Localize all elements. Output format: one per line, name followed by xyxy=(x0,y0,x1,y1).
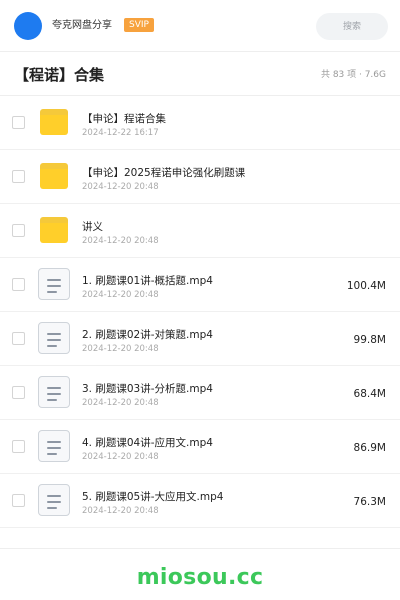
row-checkbox[interactable] xyxy=(12,386,25,399)
file-row[interactable]: 3. 刷题课03讲-分析题.mp4 2024-12-20 20:48 68.4M xyxy=(0,366,400,420)
file-date: 2024-12-20 20:48 xyxy=(82,506,159,516)
file-date: 2024-12-20 20:48 xyxy=(82,344,159,354)
document-icon xyxy=(38,268,70,300)
file-name[interactable]: 1. 刷题课01讲-概括题.mp4 xyxy=(82,274,213,288)
file-date: 2024-12-20 20:48 xyxy=(82,236,159,246)
file-row[interactable]: 【申论】程诺合集 2024-12-22 16:17 xyxy=(0,96,400,150)
file-name[interactable]: 【申论】程诺合集 xyxy=(82,112,166,126)
file-size: 100.4M xyxy=(346,280,386,292)
title-row: 【程诺】合集 共 83 项 · 7.6G xyxy=(0,52,400,96)
file-row[interactable]: 4. 刷题课04讲-应用文.mp4 2024-12-20 20:48 86.9M xyxy=(0,420,400,474)
file-row[interactable]: 2. 刷题课02讲-对策题.mp4 2024-12-20 20:48 99.8M xyxy=(0,312,400,366)
app-name: 夸克网盘分享 xyxy=(52,20,112,31)
folder-icon xyxy=(38,106,70,138)
document-icon xyxy=(38,430,70,462)
file-name[interactable]: 4. 刷题课04讲-应用文.mp4 xyxy=(82,436,213,450)
document-icon xyxy=(38,484,70,516)
file-date: 2024-12-20 20:48 xyxy=(82,398,159,408)
top-header: 夸克网盘分享 SVIP xyxy=(0,0,400,52)
file-size: 86.9M xyxy=(353,442,386,454)
page-title: 【程诺】合集 xyxy=(14,66,105,84)
folder-icon xyxy=(38,214,70,246)
file-row[interactable]: 讲义 2024-12-20 20:48 xyxy=(0,204,400,258)
file-name[interactable]: 5. 刷题课05讲-大应用文.mp4 xyxy=(82,490,223,504)
search-input[interactable] xyxy=(316,13,388,40)
row-checkbox[interactable] xyxy=(12,278,25,291)
file-row[interactable]: 1. 刷题课01讲-概括题.mp4 2024-12-20 20:48 100.4M xyxy=(0,258,400,312)
file-list: 【申论】程诺合集 2024-12-22 16:17 【申论】2025程诺申论强化刷题… xyxy=(0,96,400,528)
file-date: 2024-12-22 16:17 xyxy=(82,128,159,138)
file-name[interactable]: 2. 刷题课02讲-对策题.mp4 xyxy=(82,328,213,342)
file-date: 2024-12-20 20:48 xyxy=(82,182,159,192)
avatar[interactable] xyxy=(14,12,42,40)
row-checkbox[interactable] xyxy=(12,494,25,507)
file-name[interactable]: 讲义 xyxy=(82,220,103,234)
file-size: 68.4M xyxy=(353,388,386,400)
folder-icon xyxy=(38,160,70,192)
row-checkbox[interactable] xyxy=(12,440,25,453)
file-name[interactable]: 【申论】2025程诺申论强化刷题课 xyxy=(82,166,245,180)
document-icon xyxy=(38,322,70,354)
row-checkbox[interactable] xyxy=(12,332,25,345)
file-row[interactable]: 【申论】2025程诺申论强化刷题课 2024-12-20 20:48 xyxy=(0,150,400,204)
row-checkbox[interactable] xyxy=(12,116,25,129)
svip-badge: SVIP xyxy=(124,18,154,32)
file-name[interactable]: 3. 刷题课03讲-分析题.mp4 xyxy=(82,382,213,396)
file-size: 99.8M xyxy=(353,334,386,346)
file-date: 2024-12-20 20:48 xyxy=(82,290,159,300)
file-row[interactable]: 5. 刷题课05讲-大应用文.mp4 2024-12-20 20:48 76.3M xyxy=(0,474,400,528)
watermark: miosou.cc xyxy=(136,565,264,590)
file-date: 2024-12-20 20:48 xyxy=(82,452,159,462)
row-checkbox[interactable] xyxy=(12,170,25,183)
item-summary: 共 83 项 · 7.6G xyxy=(320,70,386,80)
document-icon xyxy=(38,376,70,408)
row-checkbox[interactable] xyxy=(12,224,25,237)
file-size: 76.3M xyxy=(353,496,386,508)
